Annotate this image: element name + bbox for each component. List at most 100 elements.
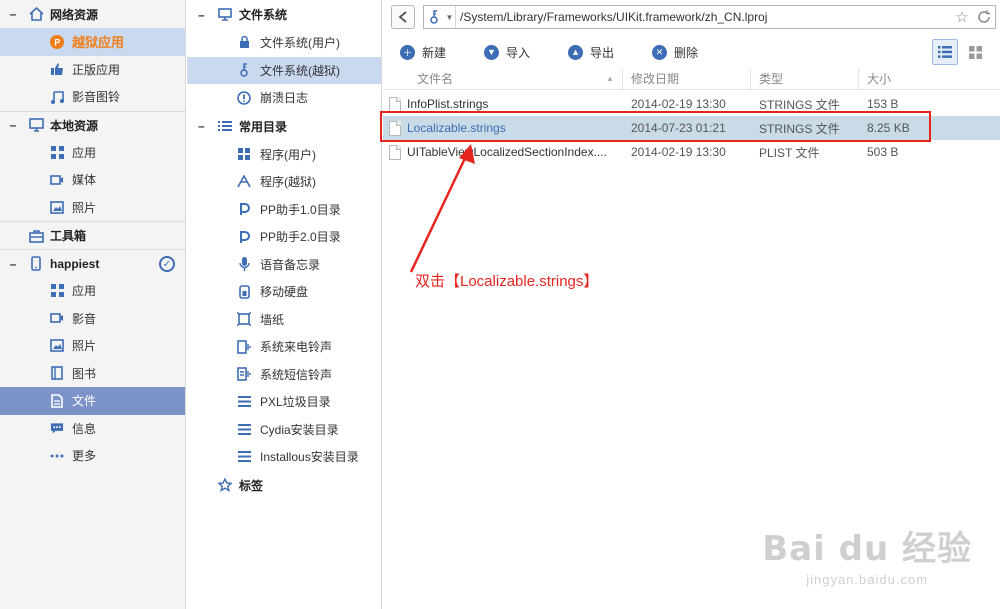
tree-item-wallpaper[interactable]: 墙纸: [187, 306, 381, 334]
file-modified: 2014-02-19 13:30: [631, 145, 726, 159]
new-button[interactable]: ＋ 新建: [400, 44, 446, 61]
export-icon: ▲: [568, 44, 584, 60]
collapse-icon[interactable]: –: [198, 119, 208, 133]
watermark-brand: Bai du 经验: [762, 529, 972, 569]
tree-item-label: Cydia安装目录: [260, 422, 339, 437]
nav-item-local-apps[interactable]: 应用: [0, 139, 185, 167]
nav-item-local-photos[interactable]: 照片: [0, 194, 185, 222]
phone-icon: [28, 256, 44, 272]
nav-item-label: 媒体: [72, 173, 97, 188]
grid-view-icon: [968, 45, 982, 59]
lines-icon: [237, 422, 251, 436]
column-header-name[interactable]: 文件名 ▲: [383, 67, 623, 90]
tree-item-label: PP助手2.0目录: [260, 230, 341, 245]
column-header-type[interactable]: 类型: [751, 67, 859, 90]
photo-icon: [50, 200, 64, 214]
lines-icon: [237, 395, 251, 409]
file-icon: [389, 96, 401, 112]
tree-item-label: 墙纸: [260, 312, 285, 327]
tree-item-voice-memos[interactable]: 语音备忘录: [187, 251, 381, 279]
star-icon: [218, 478, 232, 492]
tree-item-cydia-dir[interactable]: Cydia安装目录: [187, 416, 381, 444]
nav-item-device-more[interactable]: 更多: [0, 442, 185, 470]
nav-item-genuine-apps[interactable]: 正版应用: [0, 56, 185, 84]
back-button[interactable]: [391, 5, 415, 29]
nav-section-local[interactable]: – 本地资源: [0, 110, 185, 139]
nav-section-toolbox[interactable]: 工具箱: [0, 221, 185, 249]
collapse-icon[interactable]: –: [198, 8, 208, 22]
tree-item-programs-user[interactable]: 程序(用户): [187, 141, 381, 169]
tree-item-installous-dir[interactable]: Installous安装目录: [187, 443, 381, 471]
tree-item-crash-logs[interactable]: 崩溃日志: [187, 84, 381, 112]
nav-item-device-messages[interactable]: 信息: [0, 415, 185, 443]
tree-item-programs-jailbreak[interactable]: 程序(越狱): [187, 168, 381, 196]
new-button-label: 新建: [422, 45, 447, 60]
nav-item-device-media[interactable]: 影音: [0, 305, 185, 333]
collapse-icon[interactable]: –: [8, 7, 18, 21]
nav-item-label: 信息: [72, 421, 97, 436]
file-type: STRINGS 文件: [759, 121, 840, 136]
tree-item-pp2-dir[interactable]: PP助手2.0目录: [187, 223, 381, 251]
nav-section-device[interactable]: – happiest ✓: [0, 249, 185, 277]
favorite-star-icon[interactable]: ☆: [951, 8, 973, 26]
path-text[interactable]: /System/Library/Frameworks/UIKit.framewo…: [456, 10, 951, 24]
nav-item-device-books[interactable]: 图书: [0, 360, 185, 388]
tree-section-label: 标签: [239, 478, 264, 493]
file-name: UITableViewLocalizedSectionIndex....: [407, 145, 607, 159]
tree-item-system-ringtones[interactable]: 系统来电铃声: [187, 333, 381, 361]
tree-section-filesystem[interactable]: – 文件系统: [187, 0, 381, 29]
nav-section-network[interactable]: – 网络资源: [0, 0, 185, 28]
tree-item-filesystem-user[interactable]: 文件系统(用户): [187, 29, 381, 57]
nav-item-label: 越狱应用: [72, 35, 125, 51]
lock-icon: [237, 36, 251, 50]
nav-item-device-photos[interactable]: 照片: [0, 332, 185, 360]
grid-icon: [50, 284, 64, 298]
nav-item-local-media[interactable]: 媒体: [0, 166, 185, 194]
tree-item-pxl-trash[interactable]: PXL垃圾目录: [187, 388, 381, 416]
collapse-icon[interactable]: –: [8, 118, 18, 132]
nav-section-label: 网络资源: [50, 7, 99, 22]
file-row[interactable]: InfoPlist.strings 2014-02-19 13:30 STRIN…: [383, 92, 1000, 116]
home-icon: [28, 6, 44, 22]
file-row[interactable]: UITableViewLocalizedSectionIndex.... 201…: [383, 140, 1000, 164]
export-button[interactable]: ▲ 导出: [568, 44, 614, 61]
grid-icon: [50, 145, 64, 159]
tree-item-mobile-disk[interactable]: 移动硬盘: [187, 278, 381, 306]
file-modified: 2014-07-23 01:21: [631, 121, 726, 135]
list-view-button[interactable]: [932, 39, 958, 65]
tree-item-sms-tones[interactable]: 系统短信铃声: [187, 361, 381, 389]
video-icon: [50, 311, 64, 325]
import-button[interactable]: ▼ 导入: [484, 44, 530, 61]
view-switcher: [928, 39, 988, 65]
pp-jailbreak-icon: P: [50, 34, 64, 49]
tree-section-tags[interactable]: 标签: [187, 471, 381, 500]
collapse-icon[interactable]: –: [8, 257, 18, 271]
nav-item-device-apps[interactable]: 应用: [0, 277, 185, 305]
pp-icon: [237, 230, 251, 244]
file-modified: 2014-02-19 13:30: [631, 97, 726, 111]
pp-icon: [237, 202, 251, 216]
monitor-icon: [28, 117, 44, 133]
path-field[interactable]: ▼ /System/Library/Frameworks/UIKit.frame…: [423, 5, 996, 29]
file-row-selected[interactable]: Localizable.strings 2014-07-23 01:21 STR…: [383, 116, 1000, 140]
tree-section-common[interactable]: – 常用目录: [187, 112, 381, 141]
delete-button[interactable]: ✕ 删除: [652, 44, 698, 61]
chevron-down-icon[interactable]: ▼: [444, 6, 456, 28]
column-header-modified[interactable]: 修改日期: [623, 67, 751, 90]
tree-item-pp1-dir[interactable]: PP助手1.0目录: [187, 196, 381, 224]
nav-item-device-files[interactable]: 文件: [0, 387, 185, 415]
nav-item-media-ringtones[interactable]: 影音图铃: [0, 83, 185, 111]
refresh-icon[interactable]: [973, 10, 995, 24]
nav-item-jailbreak-apps[interactable]: P 越狱应用: [0, 28, 185, 56]
tree-item-label: 崩溃日志: [260, 91, 309, 106]
nav-item-label: 应用: [72, 284, 97, 299]
music-icon: [50, 90, 64, 104]
usb-drive-icon: [237, 284, 251, 299]
grid-view-button[interactable]: [962, 39, 988, 65]
connected-check-icon: ✓: [159, 256, 175, 272]
address-bar: ▼ /System/Library/Frameworks/UIKit.frame…: [391, 4, 996, 30]
column-header-size[interactable]: 大小: [859, 68, 1000, 90]
tree-item-filesystem-jailbreak[interactable]: 文件系统(越狱): [187, 56, 381, 84]
column-header-label: 修改日期: [631, 72, 680, 86]
more-icon: [50, 449, 64, 463]
